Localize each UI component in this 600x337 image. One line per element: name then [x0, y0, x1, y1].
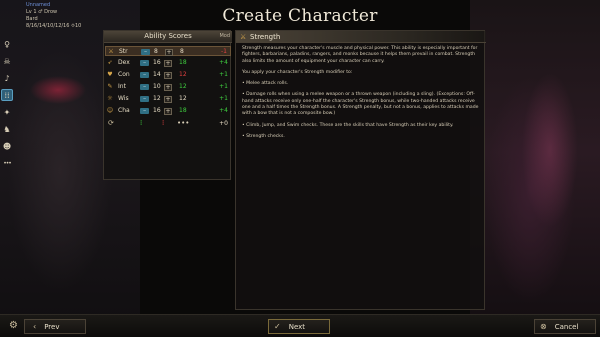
step-class[interactable]: ♪	[1, 72, 13, 84]
ability-final-score: 18	[179, 59, 187, 66]
ability-base-score: 10	[153, 83, 161, 90]
decrease-button[interactable]: −	[140, 72, 149, 78]
ability-modifier: +4	[219, 107, 228, 114]
decrease-button[interactable]: −	[140, 60, 149, 66]
ability-panel-footer: ⟳ ⁞ ⁞ ••• +0	[105, 118, 231, 130]
description-body: Strength measures your character's muscl…	[242, 46, 482, 145]
cancel-button[interactable]: ⊗ Cancel	[534, 319, 596, 334]
step-appearance[interactable]: ☻	[1, 140, 13, 152]
increase-button[interactable]: +	[164, 108, 172, 115]
ability-scores-panel: Ability Scores Mod ⚔ Str − 8 + 8 -1 ➶ De…	[103, 30, 232, 180]
description-panel: ⚔ Strength Strength measures your charac…	[235, 30, 486, 310]
description-title: Strength	[250, 33, 281, 41]
increase-button[interactable]: +	[164, 60, 172, 67]
ability-modifier: +4	[219, 59, 228, 66]
description-paragraph: • Strength checks.	[242, 133, 285, 139]
abilities-step-icon: ⁞⁞	[4, 90, 10, 100]
constitution-icon: ♥	[107, 71, 113, 78]
strength-icon: ⚔	[240, 33, 247, 41]
wisdom-icon: ☼	[107, 95, 113, 102]
ability-modifier: +1	[219, 83, 228, 90]
gender-step-icon: ♀	[4, 39, 10, 49]
ability-panel-title: Ability Scores	[144, 32, 192, 40]
ability-modifier: +1	[219, 95, 228, 102]
ability-final-score: 12	[179, 71, 187, 78]
skills-step-icon: ✦	[3, 107, 11, 117]
ability-modifier: +1	[219, 71, 228, 78]
settings-gear-icon[interactable]: ⚙	[9, 320, 18, 331]
ability-name: Cha	[118, 107, 130, 114]
description-paragraph: You apply your character's Strength modi…	[242, 69, 353, 75]
ability-row-str[interactable]: ⚔ Str − 8 + 8 -1	[105, 46, 231, 56]
recommended-icon[interactable]: ⁞	[140, 119, 142, 127]
next-label: Next	[288, 322, 306, 331]
step-feats[interactable]: ♞	[1, 123, 13, 135]
next-button[interactable]: ✓ Next	[268, 319, 330, 334]
charisma-icon: ☺	[106, 107, 114, 114]
more-options-icon[interactable]: •••	[177, 119, 189, 127]
background-glow	[510, 40, 590, 260]
class-step-icon: ♪	[4, 73, 10, 83]
ability-name: Int	[118, 83, 126, 90]
description-paragraph: • Damage rolls when using a melee weapon…	[242, 92, 479, 117]
ability-name: Str	[119, 48, 128, 55]
ability-row-int[interactable]: ✎ Int − 10 + 12 +1	[105, 82, 231, 92]
increase-button[interactable]: +	[164, 96, 172, 103]
ability-row-con[interactable]: ♥ Con − 14 + 12 +1	[105, 70, 231, 80]
ability-name: Con	[118, 71, 130, 78]
mod-column-header: Mod	[219, 33, 230, 39]
decrease-button[interactable]: −	[141, 49, 150, 55]
decrease-button[interactable]: −	[140, 96, 149, 102]
ability-final-score: 8	[180, 48, 184, 55]
intelligence-icon: ✎	[107, 83, 113, 90]
ability-base-score: 14	[153, 71, 161, 78]
step-skills[interactable]: ✦	[1, 106, 13, 118]
appearance-step-icon: ☻	[2, 141, 12, 151]
reset-icon[interactable]: ⟳	[108, 119, 114, 127]
check-icon: ✓	[274, 322, 281, 331]
strength-icon: ⚔	[108, 48, 114, 55]
step-race[interactable]: ☠	[1, 55, 13, 67]
ability-final-score: 12	[179, 95, 187, 102]
description-header: ⚔ Strength	[236, 31, 486, 43]
chevron-left-icon: ‹	[33, 322, 37, 331]
page-title: Create Character	[222, 6, 378, 26]
increase-button[interactable]: +	[164, 72, 172, 79]
more-steps-icon: •••	[3, 159, 12, 167]
decrease-button[interactable]: −	[140, 108, 149, 114]
step-more[interactable]: •••	[1, 157, 13, 169]
ability-base-score: 16	[153, 107, 161, 114]
ability-base-score: 12	[153, 95, 161, 102]
feats-step-icon: ♞	[3, 124, 11, 134]
ability-row-cha[interactable]: ☺ Cha − 16 + 18 +4	[105, 106, 231, 116]
race-step-icon: ☠	[3, 56, 11, 66]
creation-steps-sidebar: ♀ ☠ ♪ ⁞⁞ ✦ ♞ ☻ •••	[1, 38, 15, 174]
cancel-label: Cancel	[554, 322, 579, 331]
ability-panel-header: Ability Scores Mod	[104, 31, 232, 43]
ability-row-wis[interactable]: ☼ Wis − 12 + 12 +1	[105, 94, 231, 104]
step-gender[interactable]: ♀	[1, 38, 13, 50]
prev-label: Prev	[44, 322, 60, 331]
close-icon: ⊗	[540, 322, 547, 331]
ability-base-score: 16	[153, 59, 161, 66]
description-paragraph: • Climb, Jump, and Swim checks. These ar…	[242, 122, 454, 128]
decrease-button[interactable]: −	[140, 84, 149, 90]
ability-final-score: 18	[179, 107, 187, 114]
bottom-bar: ⚙ ‹ Prev ✓ Next ⊗ Cancel	[0, 314, 600, 337]
dexterity-icon: ➶	[107, 59, 113, 66]
ability-modifier: -1	[221, 48, 227, 55]
ability-row-dex[interactable]: ➶ Dex − 16 + 18 +4	[105, 58, 231, 68]
step-abilities[interactable]: ⁞⁞	[1, 89, 13, 101]
ability-final-score: 12	[179, 83, 187, 90]
description-paragraph: • Melee attack rolls.	[242, 81, 289, 87]
prev-button[interactable]: ‹ Prev	[24, 319, 86, 334]
auto-assign-icon[interactable]: ⁞	[162, 119, 164, 127]
ability-name: Dex	[118, 59, 130, 66]
ability-base-score: 8	[154, 48, 158, 55]
increase-button[interactable]: +	[164, 84, 172, 91]
ability-name: Wis	[118, 95, 129, 102]
increase-button[interactable]: +	[165, 49, 173, 56]
description-paragraph: Strength measures your character's muscl…	[242, 46, 478, 64]
total-modifier: +0	[219, 120, 228, 127]
